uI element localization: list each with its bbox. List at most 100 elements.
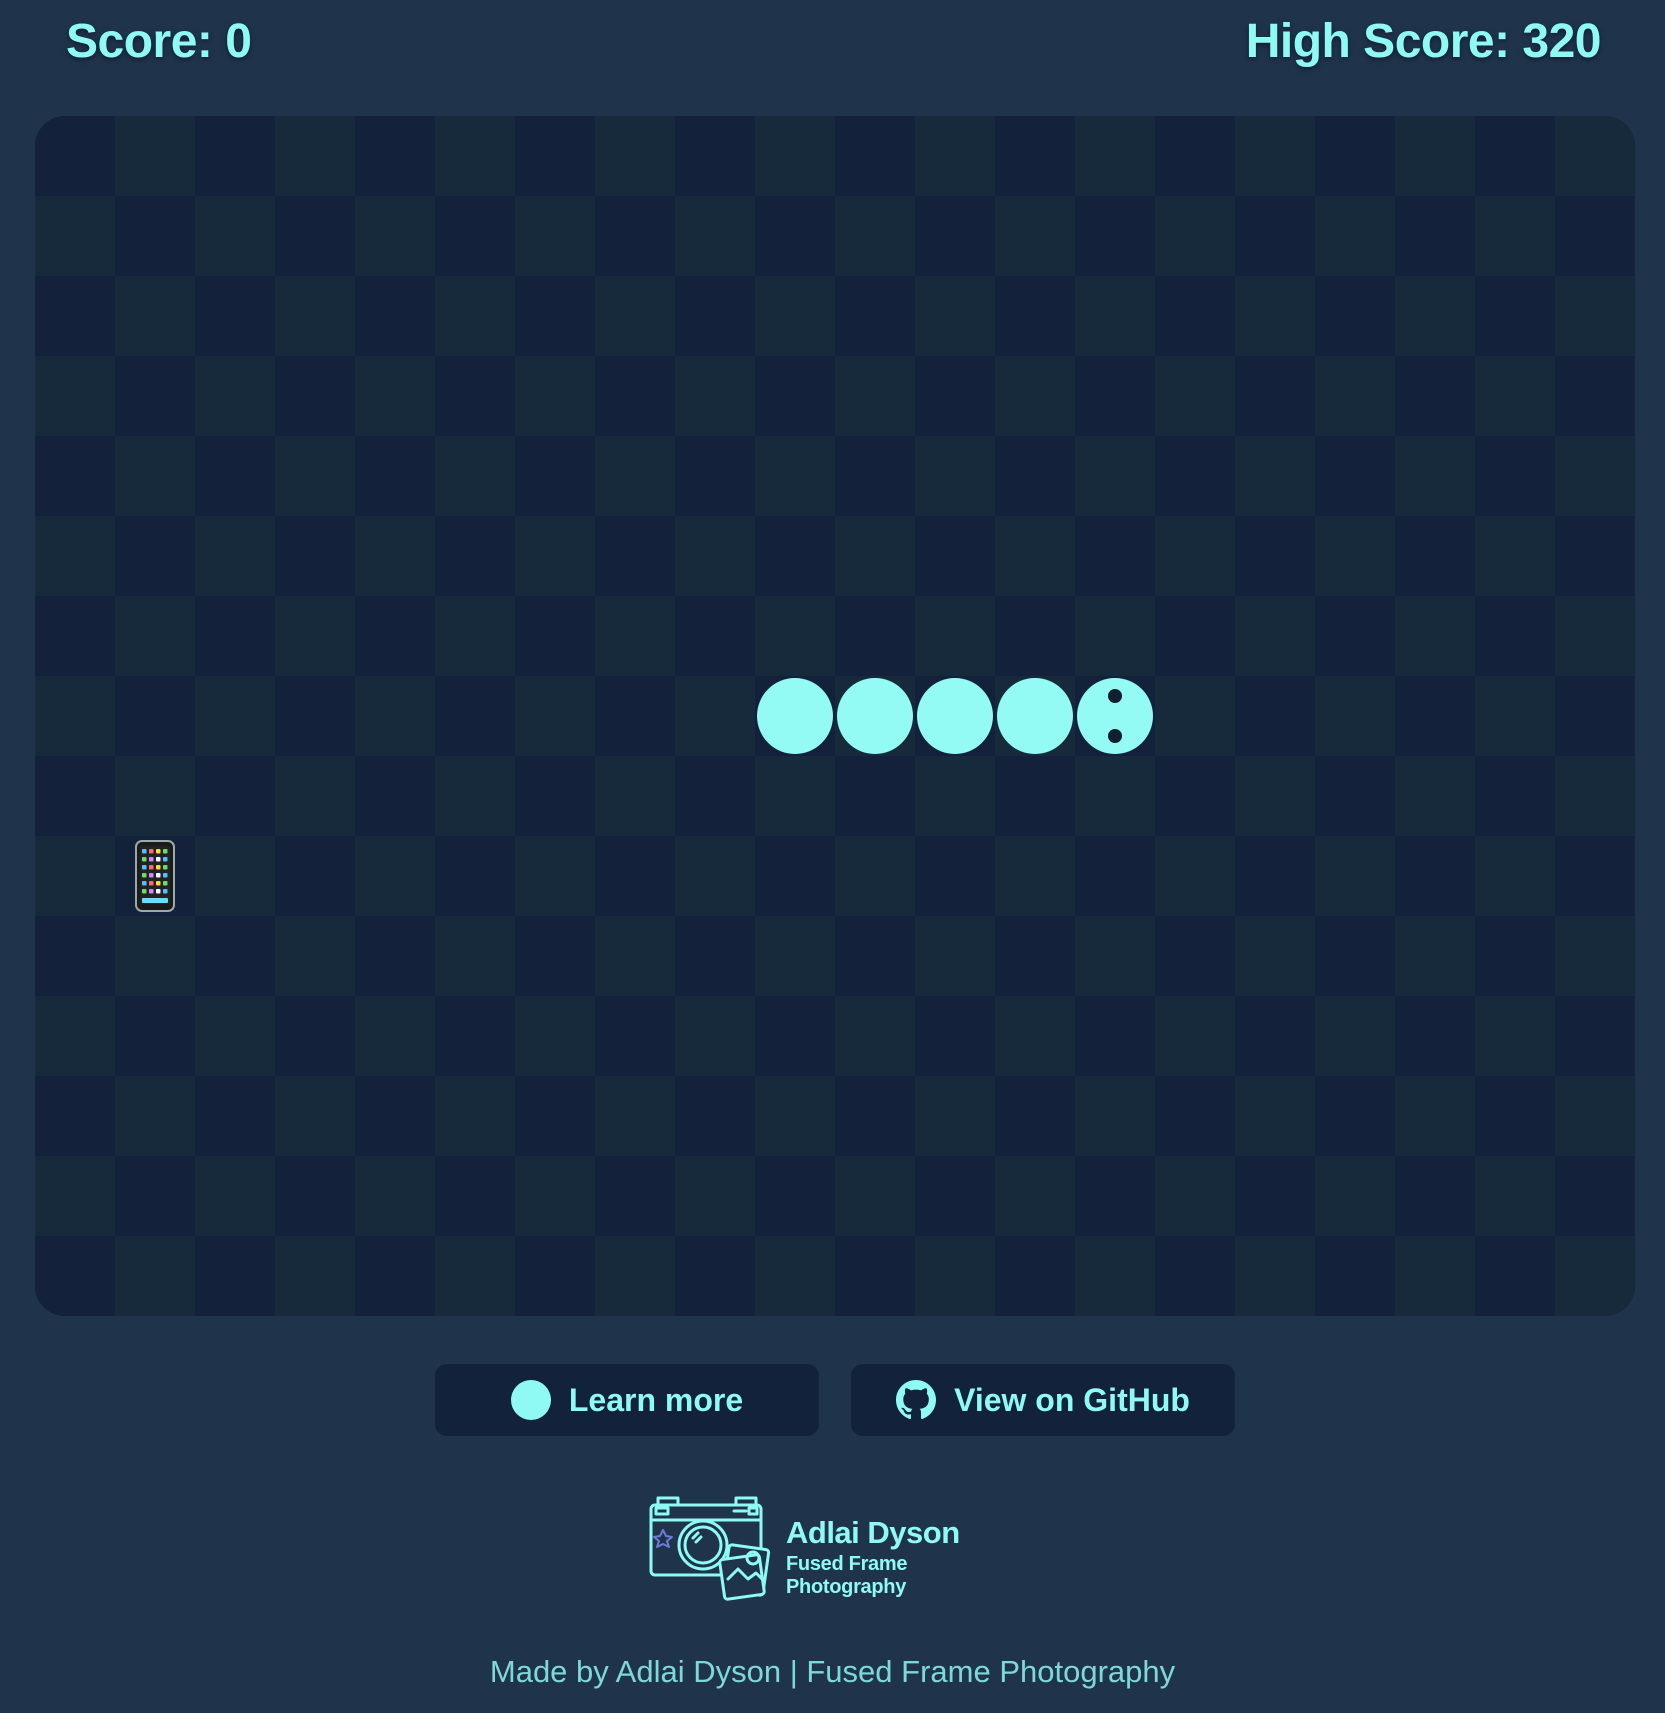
board-cell: [915, 196, 995, 276]
board-cell: [755, 356, 835, 436]
board-cell: [835, 596, 915, 676]
board-cell: [275, 516, 355, 596]
board-cell: [1075, 196, 1155, 276]
board-cell: [435, 836, 515, 916]
board-cell: [435, 1236, 515, 1316]
board-cell: [515, 1076, 595, 1156]
board-cell: [515, 676, 595, 756]
footer-credit: Made by Adlai Dyson | Fused Frame Photog…: [489, 1654, 1176, 1689]
brand-logo[interactable]: Adlai Dyson Fused Frame Photography: [648, 1495, 1028, 1605]
board-cell: [1555, 916, 1635, 996]
board-cell: [1315, 596, 1395, 676]
board-cell: [1155, 116, 1235, 196]
board-cell: [1155, 996, 1235, 1076]
board-cell: [1475, 676, 1555, 756]
board-cell: [675, 436, 755, 516]
board-cell: [1075, 836, 1155, 916]
board-cell: [275, 276, 355, 356]
board-cell: [1235, 436, 1315, 516]
board-cell: [275, 916, 355, 996]
snake-eye: [1108, 689, 1122, 703]
board-cell: [675, 116, 755, 196]
board-cell: [115, 196, 195, 276]
board-cell: [1315, 916, 1395, 996]
snake-segment: [997, 678, 1073, 754]
board-cell: [1155, 756, 1235, 836]
board-cell: [1395, 676, 1475, 756]
board-cell: [1235, 356, 1315, 436]
board-cell: [355, 836, 435, 916]
board-cell: [1075, 516, 1155, 596]
board-cell: [115, 1076, 195, 1156]
board-cell: [595, 596, 675, 676]
board-cell: [995, 1236, 1075, 1316]
board-cell: [1315, 276, 1395, 356]
board-cell: [435, 436, 515, 516]
board-cell: [1075, 916, 1155, 996]
board-cell: [995, 116, 1075, 196]
board-cell: [1235, 596, 1315, 676]
board-cell: [115, 436, 195, 516]
board-cell: [355, 996, 435, 1076]
board-cell: [355, 436, 435, 516]
board-cell: [115, 116, 195, 196]
board-cell: [275, 116, 355, 196]
board-cell: [835, 916, 915, 996]
board-cell: [1075, 1156, 1155, 1236]
board-cell: [835, 756, 915, 836]
board-cell: [1555, 516, 1635, 596]
board-cell: [35, 436, 115, 516]
board-cell: [1555, 1156, 1635, 1236]
board-cell: [675, 596, 755, 676]
board-cell: [995, 436, 1075, 516]
board-cell: [355, 196, 435, 276]
board-cell: [755, 756, 835, 836]
board-cell: [915, 276, 995, 356]
board-cell: [1155, 276, 1235, 356]
board-cell: [195, 436, 275, 516]
board-cell: [1235, 756, 1315, 836]
board-cell: [115, 756, 195, 836]
board-cell: [515, 276, 595, 356]
board-cell: [275, 836, 355, 916]
board-cell: [755, 836, 835, 916]
board-cell: [995, 836, 1075, 916]
board-cell: [1155, 916, 1235, 996]
board-cell: [515, 596, 595, 676]
board-cell: [35, 1156, 115, 1236]
score-bar: Score: 0 High Score: 320: [0, 0, 1665, 90]
board-cell: [1395, 916, 1475, 996]
board-cell: [835, 516, 915, 596]
board-cell: [515, 116, 595, 196]
learn-more-button[interactable]: Learn more: [435, 1364, 819, 1436]
github-button[interactable]: View on GitHub: [851, 1364, 1235, 1436]
board-cell: [835, 1076, 915, 1156]
board-cell: [755, 1156, 835, 1236]
board-cell: [35, 916, 115, 996]
board-cell: [435, 756, 515, 836]
board-cell: [675, 1156, 755, 1236]
board-cell: [195, 596, 275, 676]
board-cell: [1555, 196, 1635, 276]
board-cell: [355, 1076, 435, 1156]
board-cell: [515, 916, 595, 996]
board-cell: [595, 836, 675, 916]
board-cell: [675, 676, 755, 756]
game-board[interactable]: [35, 116, 1635, 1316]
board-cell: [595, 996, 675, 1076]
board-cell: [275, 1236, 355, 1316]
board-cell: [1395, 756, 1475, 836]
board-cell: [1395, 116, 1475, 196]
board-cell: [115, 276, 195, 356]
board-cell: [1075, 356, 1155, 436]
board-cell: [595, 916, 675, 996]
board-cell: [195, 196, 275, 276]
board-cell: [1555, 836, 1635, 916]
board-cell: [995, 916, 1075, 996]
board-cell: [275, 756, 355, 836]
board-cell: [675, 196, 755, 276]
action-buttons: Learn more View on GitHub: [0, 1364, 1665, 1436]
board-cell: [675, 996, 755, 1076]
board-cell: [115, 1236, 195, 1316]
board-cell: [435, 516, 515, 596]
